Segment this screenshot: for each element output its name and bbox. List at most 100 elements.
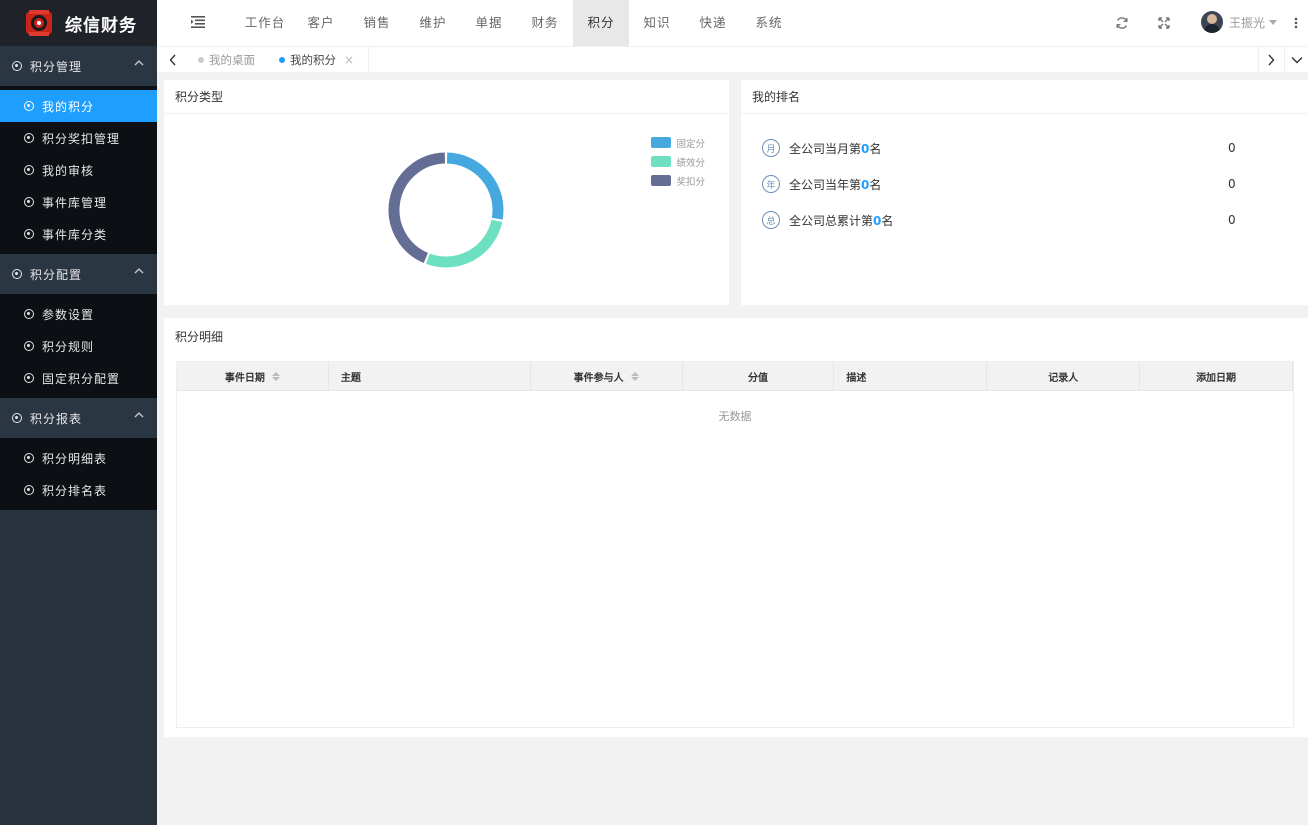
table-header: 事件日期 主题 事件参与人 分值 描述 记录人 添加日期 <box>177 362 1293 391</box>
sidebar-group-body: 我的积分积分奖扣管理我的审核事件库管理事件库分类 <box>0 86 157 254</box>
sidebar-menu: 积分管理我的积分积分奖扣管理我的审核事件库管理事件库分类积分配置参数设置积分规则… <box>0 46 157 510</box>
sidebar-item[interactable]: 固定积分配置 <box>0 362 157 394</box>
chart-legend: 固定分 绩效分奖扣分 <box>651 133 705 190</box>
chevron-up-icon <box>134 268 144 274</box>
tab-my-score[interactable]: 我的积分 × <box>279 47 370 73</box>
sidebar-item[interactable]: 事件库管理 <box>0 186 157 218</box>
circle-dot-icon <box>24 341 34 351</box>
tab-scroll-left-button[interactable] <box>161 47 185 73</box>
sidebar-item-label: 固定积分配置 <box>42 371 121 386</box>
nav-item[interactable]: 积分 <box>573 0 629 46</box>
card-title: 积分类型 <box>164 80 729 114</box>
tab-dropdown-button[interactable] <box>1284 47 1308 73</box>
username: 王振光 <box>1229 15 1266 30</box>
sidebar-item-label: 积分排名表 <box>42 483 108 498</box>
chevron-left-icon <box>169 54 176 66</box>
column-header: 分值 <box>683 362 835 390</box>
sidebar-item-label: 参数设置 <box>42 307 95 322</box>
nav-item[interactable]: 单据 <box>461 0 517 46</box>
close-icon[interactable]: × <box>344 53 354 67</box>
sidebar-item[interactable]: 我的积分 <box>0 90 157 122</box>
donut-slice-绩效分[interactable] <box>425 219 503 268</box>
sidebar-item[interactable]: 积分规则 <box>0 330 157 362</box>
empty-state: 无数据 <box>718 410 752 423</box>
legend-swatch <box>651 156 672 167</box>
nav-item[interactable]: 客户 <box>293 0 349 46</box>
sidebar-item[interactable]: 我的审核 <box>0 154 157 186</box>
sidebar-item-label: 事件库分类 <box>42 227 108 242</box>
menu-toggle-icon[interactable] <box>191 16 205 28</box>
ranking-card: 我的排名 月全公司当月第0名 0 年全公司当年第0名 0 总全公司总累计第0名 0 <box>741 80 1308 305</box>
ranking-value: 0 <box>1228 213 1236 227</box>
legend-label: 奖扣分 <box>676 176 705 188</box>
sidebar-item-label: 我的积分 <box>42 99 95 114</box>
tab-desktop[interactable]: 我的桌面 <box>198 47 255 73</box>
column-header: 添加日期 <box>1140 362 1293 390</box>
circle-dot-icon <box>24 197 34 207</box>
circle-dot-icon <box>24 133 34 143</box>
card-title: 我的排名 <box>741 80 1308 114</box>
sidebar-item-label: 事件库管理 <box>42 195 108 210</box>
circle-dot-icon <box>24 165 34 175</box>
score-type-donut-chart <box>388 152 504 268</box>
column-header: 描述 <box>834 362 988 390</box>
nav-item[interactable]: 系统 <box>741 0 797 46</box>
legend-item[interactable]: 绩效分 <box>651 152 705 171</box>
score-detail-table: 事件日期 主题 事件参与人 分值 描述 记录人 添加日期 无数据 <box>176 361 1294 728</box>
period-badge: 年 <box>762 175 780 193</box>
tab-scroll-right-button[interactable] <box>1258 47 1282 73</box>
sidebar-group-1[interactable]: 积分配置 <box>0 254 157 294</box>
user-menu[interactable]: 王振光 <box>1201 11 1278 33</box>
sidebar-item[interactable]: 事件库分类 <box>0 218 157 250</box>
sidebar-item[interactable]: 积分奖扣管理 <box>0 122 157 154</box>
sidebar-group-2[interactable]: 积分报表 <box>0 398 157 438</box>
column-header-label: 分值 <box>747 372 768 384</box>
top-nav: 工作台 客户 销售 维护 单据 财务 积分 知识 快递 系统 <box>237 0 797 46</box>
column-header-label: 描述 <box>846 372 867 384</box>
column-header-label: 事件日期 <box>224 372 265 384</box>
period-badge: 月 <box>762 139 780 157</box>
column-header-label: 添加日期 <box>1196 372 1237 384</box>
period-badge: 总 <box>762 211 780 229</box>
nav-item[interactable]: 财务 <box>517 0 573 46</box>
chevron-up-icon <box>134 412 144 418</box>
circle-dot-icon <box>24 485 34 495</box>
sidebar-group-label: 积分报表 <box>30 411 83 426</box>
sidebar-item[interactable]: 积分明细表 <box>0 442 157 474</box>
tab-label: 我的积分 <box>290 53 336 67</box>
column-header[interactable]: 事件参与人 <box>531 362 683 390</box>
refresh-icon[interactable] <box>1115 16 1129 30</box>
sort-icon[interactable] <box>630 371 639 381</box>
ranking-row: 月全公司当月第0名 0 <box>762 136 1242 160</box>
sidebar-item-label: 积分奖扣管理 <box>42 131 121 146</box>
legend-item[interactable]: 固定分 <box>651 133 705 152</box>
column-header-label: 主题 <box>340 372 361 384</box>
sidebar-group-body: 参数设置积分规则固定积分配置 <box>0 294 157 398</box>
nav-item[interactable]: 销售 <box>349 0 405 46</box>
sidebar-item[interactable]: 积分排名表 <box>0 474 157 506</box>
sidebar-item[interactable]: 参数设置 <box>0 298 157 330</box>
avatar <box>1201 11 1223 33</box>
sidebar-group-body: 积分明细表积分排名表 <box>0 438 157 510</box>
more-icon[interactable] <box>1289 16 1303 30</box>
legend-item[interactable]: 奖扣分 <box>651 171 705 190</box>
circle-dot-icon <box>12 269 22 279</box>
sidebar-item-label: 积分明细表 <box>42 451 108 466</box>
brand-logo[interactable]: 综信财务 <box>0 0 157 46</box>
donut-slice-奖扣分[interactable] <box>388 152 446 264</box>
card-title: 积分明细 <box>175 330 224 344</box>
ranking-text: 全公司当月第0名 <box>789 140 881 157</box>
nav-item[interactable]: 快递 <box>685 0 741 46</box>
nav-item[interactable]: 知识 <box>629 0 685 46</box>
ranking-prefix: 全公司总累计第 <box>789 213 874 228</box>
sidebar: 综信财务 积分管理 我的积分 积分奖扣管理 我的审核 事件库管理 事件库分类 积分配置 参数设… <box>0 0 157 825</box>
nav-item[interactable]: 工作台 <box>237 0 293 46</box>
nav-item[interactable]: 维护 <box>405 0 461 46</box>
sort-icon[interactable] <box>271 371 280 381</box>
column-header[interactable]: 事件日期 <box>177 362 329 390</box>
ranking-value: 0 <box>1228 177 1236 191</box>
ranking-text: 全公司当年第0名 <box>789 176 881 193</box>
fullscreen-icon[interactable] <box>1157 16 1171 30</box>
donut-slice-固定分[interactable] <box>446 152 504 220</box>
sidebar-group-0[interactable]: 积分管理 <box>0 46 157 86</box>
